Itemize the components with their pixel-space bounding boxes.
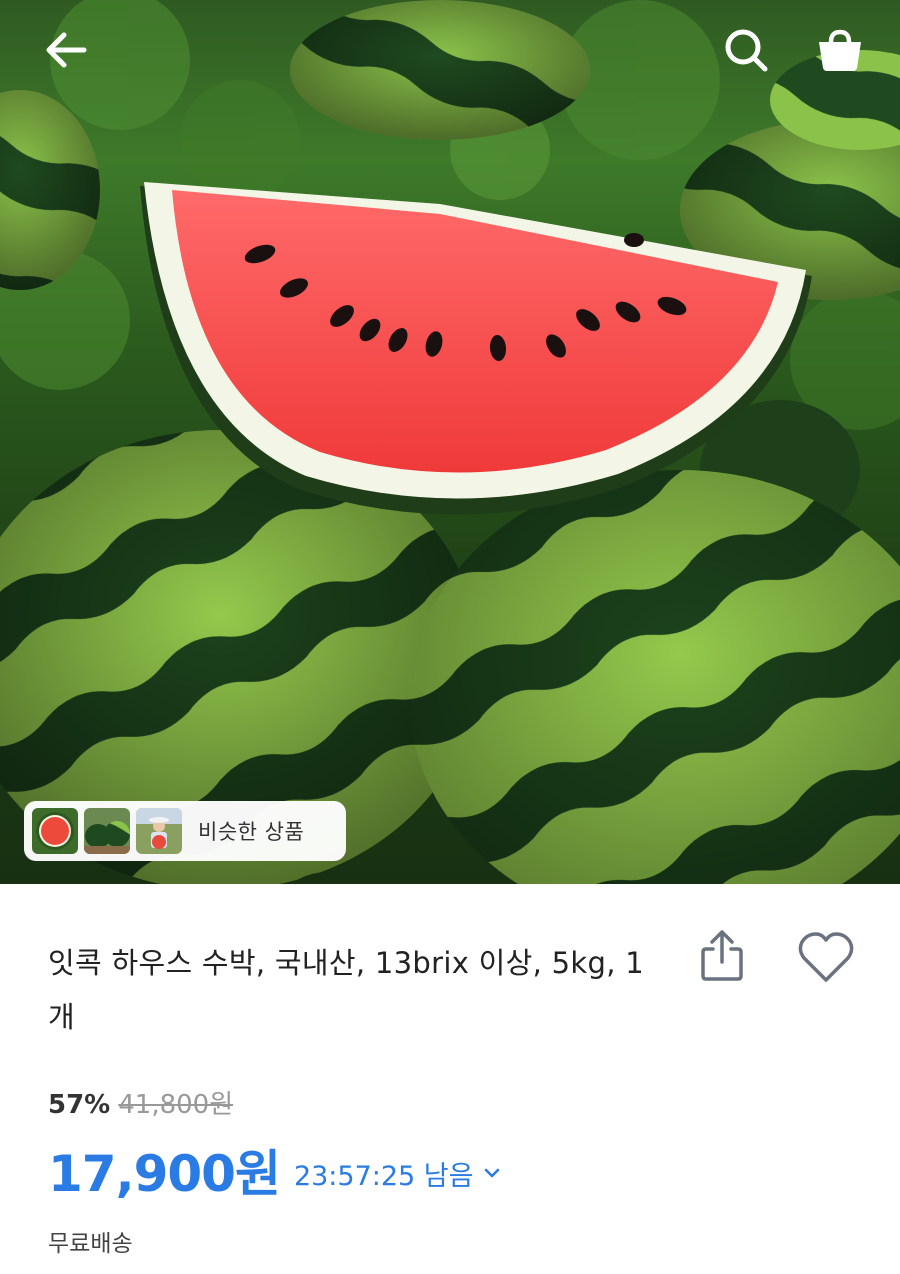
original-price: 41,800원 bbox=[118, 1090, 234, 1120]
back-button[interactable] bbox=[38, 22, 94, 78]
search-icon bbox=[725, 29, 768, 72]
watermelon-photo bbox=[0, 0, 900, 884]
chevron-down-icon bbox=[485, 1168, 500, 1178]
similar-thumb-watermelons bbox=[84, 808, 130, 854]
discount-rate: 57% bbox=[48, 1090, 111, 1120]
shipping-info: 무료배송 bbox=[48, 1231, 133, 1257]
sale-price: 17,900원 bbox=[48, 1145, 281, 1203]
similar-thumb-slice bbox=[32, 808, 78, 854]
product-image[interactable]: 비슷한 상품 bbox=[0, 0, 900, 884]
share-button[interactable] bbox=[696, 928, 748, 984]
similar-products-button[interactable]: 비슷한 상품 bbox=[24, 801, 346, 861]
back-arrow-icon bbox=[46, 32, 87, 68]
product-title: 잇콕 하우스 수박, 국내산, 13brix 이상, 5kg, 1개 bbox=[48, 946, 645, 1034]
deal-countdown[interactable]: 23:57:25 남음 bbox=[294, 1154, 502, 1193]
similar-thumb-farmer bbox=[136, 808, 182, 854]
heart-icon bbox=[798, 932, 854, 982]
discount-row: 57% 41,800원 bbox=[48, 1084, 233, 1121]
cart-button[interactable] bbox=[812, 22, 868, 78]
countdown-text: 23:57:25 남음 bbox=[293, 1160, 474, 1192]
search-button[interactable] bbox=[718, 22, 774, 78]
wishlist-button[interactable] bbox=[796, 930, 856, 986]
share-icon bbox=[701, 930, 743, 981]
product-info: 잇콕 하우스 수박, 국내산, 13brix 이상, 5kg, 1개 57% 4… bbox=[0, 884, 900, 1274]
shopping-bag-icon bbox=[819, 29, 861, 71]
price-row: 17,900원 23:57:25 남음 bbox=[48, 1134, 501, 1206]
similar-products-label: 비슷한 상품 bbox=[198, 820, 305, 844]
